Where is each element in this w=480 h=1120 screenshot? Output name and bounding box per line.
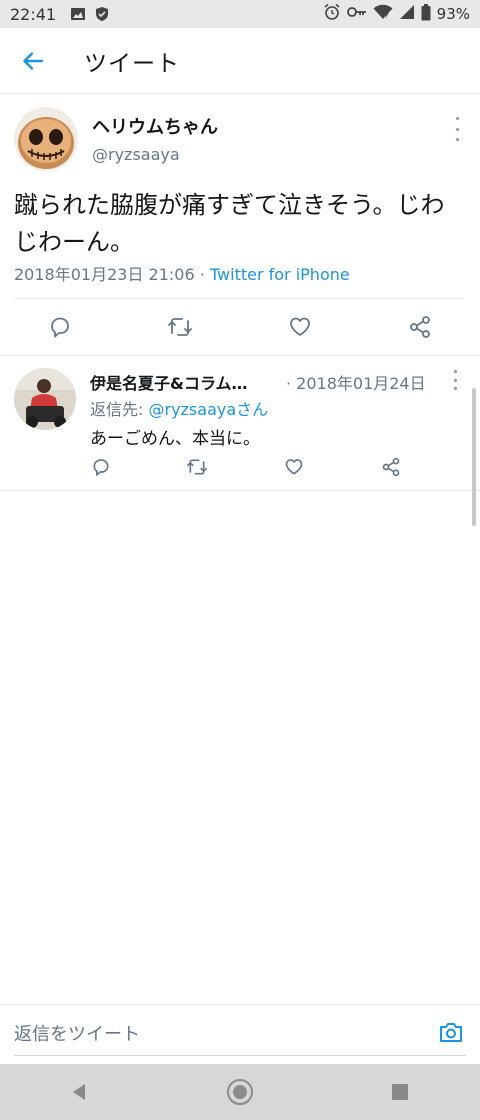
dot — [455, 117, 459, 120]
retweet-button[interactable] — [166, 313, 194, 341]
status-time: 22:41 — [10, 4, 57, 24]
like-icon — [285, 459, 303, 475]
camera-button[interactable] — [438, 1019, 466, 1047]
arrow-left-icon — [23, 51, 44, 70]
reply-share-button[interactable] — [380, 456, 402, 478]
scrollbar[interactable] — [472, 388, 476, 526]
dot — [453, 387, 457, 390]
app-header: ツイート — [0, 28, 480, 94]
compose-bar: 返信をツイート — [0, 1005, 480, 1061]
main-tweet: ヘリウムちゃん @ryzsaaya 蹴られた脇腹が痛すぎて泣きそう。じわじわーん… — [0, 95, 480, 338]
reply-to-line: 返信先: @ryzsaayaさん — [90, 396, 268, 420]
reply-retweet-button[interactable] — [186, 456, 208, 478]
more-options-button[interactable] — [452, 117, 462, 141]
share-button[interactable] — [406, 313, 434, 341]
system-nav-bar — [0, 1064, 480, 1120]
share-icon — [382, 457, 400, 477]
like-icon — [290, 317, 310, 336]
tweet-author-row: ヘリウムちゃん @ryzsaaya — [0, 95, 480, 177]
dot — [453, 370, 457, 373]
nav-recents-icon — [392, 1084, 408, 1100]
gallery-notification-icon — [70, 6, 86, 22]
signal-icon — [399, 4, 415, 24]
retweet-icon — [186, 459, 207, 475]
shield-notification-icon — [94, 6, 110, 22]
reply-icon — [93, 459, 109, 476]
compose-underline — [14, 1055, 466, 1056]
like-button[interactable] — [286, 313, 314, 341]
dot — [453, 378, 457, 382]
reply-author-avatar[interactable] — [14, 368, 76, 430]
tweet-text: 蹴られた脇腹が痛すぎて泣きそう。じわじわーん。 — [14, 191, 445, 256]
nav-back-icon — [73, 1084, 85, 1100]
author-name[interactable]: ヘリウムちゃん — [92, 113, 218, 139]
nav-home-button[interactable] — [220, 1072, 260, 1112]
author-avatar[interactable] — [14, 107, 78, 171]
reply-author-name[interactable]: 伊是名夏子&コラム… — [90, 370, 272, 394]
reply-date: · 2018年01月24日 — [286, 374, 426, 393]
reply-like-button[interactable] — [283, 456, 305, 478]
vpn-key-icon — [346, 5, 367, 23]
reply-more-options-button[interactable] — [450, 370, 460, 390]
alarm-icon — [323, 3, 341, 25]
tweet-source-link[interactable]: Twitter for iPhone — [210, 265, 350, 284]
tweet-actions — [0, 299, 480, 355]
tweet-date: 2018年01月23日 21:06 · — [14, 265, 210, 284]
page-title: ツイート — [84, 50, 180, 77]
reply-text: あーごめん、本当に。 — [90, 429, 260, 449]
reply-reply-button[interactable] — [90, 456, 112, 478]
nav-recents-button[interactable] — [380, 1072, 420, 1112]
reply-tweet[interactable]: 伊是名夏子&コラム… · 2018年01月24日 返信先: @ryzsaayaさ… — [0, 356, 480, 490]
wifi-icon: ? — [373, 4, 393, 24]
battery-icon — [421, 3, 431, 25]
reply-to-handle[interactable]: @ryzsaayaさん — [148, 400, 268, 419]
nav-back-button[interactable] — [60, 1072, 100, 1112]
battery-percent: 93% — [436, 5, 470, 23]
retweet-icon — [168, 318, 192, 336]
nav-home-icon — [227, 1079, 253, 1105]
dot — [455, 127, 459, 131]
reply-compose-input[interactable]: 返信をツイート — [14, 1015, 414, 1051]
camera-icon — [440, 1023, 462, 1042]
author-handle[interactable]: @ryzsaaya — [92, 145, 180, 164]
svg-text:?: ? — [385, 12, 389, 20]
tweet-meta: 2018年01月23日 21:06 · Twitter for iPhone — [14, 261, 350, 285]
reply-to-label: 返信先: — [90, 400, 149, 419]
reply-icon — [51, 317, 69, 338]
back-button[interactable] — [0, 28, 66, 94]
section-divider — [0, 490, 480, 491]
reply-button[interactable] — [46, 313, 74, 341]
share-icon — [410, 316, 430, 338]
status-bar: 22:41 ? 93% — [0, 0, 480, 28]
dot — [455, 138, 459, 141]
